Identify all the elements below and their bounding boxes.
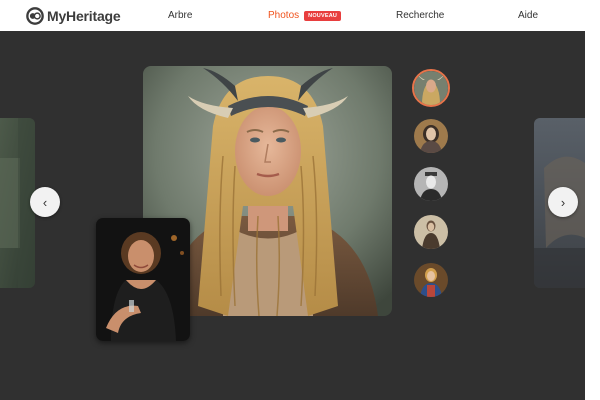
photo-carousel-stage: ‹ ›: [0, 31, 585, 400]
thumbnail-renaissance[interactable]: [412, 261, 450, 299]
nav-item-photos-label: Photos: [268, 10, 300, 21]
chevron-right-icon: ›: [560, 194, 566, 210]
thumbnail-viking[interactable]: [412, 69, 450, 107]
next-arrow-button[interactable]: ›: [548, 187, 578, 217]
thumbnail-victorian-image: [414, 119, 448, 153]
original-photo-inset[interactable]: [96, 218, 190, 341]
new-badge: NOUVEAU: [304, 10, 342, 21]
chevron-left-icon: ‹: [42, 194, 48, 210]
nav-item-aide-label: Aide: [518, 10, 539, 21]
myheritage-logo-icon: [26, 7, 44, 25]
logo-text: MyHeritage: [47, 8, 121, 24]
nav-item-aide[interactable]: Aide: [518, 0, 538, 31]
thumbnail-gown-image: [414, 215, 448, 249]
thumbnail-viking-image: [414, 71, 448, 105]
thumbnail-strip: [412, 69, 450, 309]
thumbnail-renaissance-image: [414, 263, 448, 297]
original-photo-image: [96, 218, 190, 341]
thumbnail-victorian[interactable]: [412, 117, 450, 155]
myheritage-logo[interactable]: MyHeritage: [26, 7, 121, 25]
top-nav-bar: MyHeritage Arbre Photos NOUVEAU Recherch…: [0, 0, 600, 31]
thumbnail-crowned-image: [414, 167, 448, 201]
previous-arrow-button[interactable]: ‹: [30, 187, 60, 217]
nav-item-recherche-label: Recherche: [396, 10, 445, 21]
page-edge-strip: [585, 31, 600, 400]
nav-item-recherche[interactable]: Recherche: [396, 0, 444, 31]
nav-item-photos[interactable]: Photos NOUVEAU: [268, 0, 342, 31]
thumbnail-gown[interactable]: [412, 213, 450, 251]
nav-item-arbre-label: Arbre: [168, 10, 193, 21]
thumbnail-crowned[interactable]: [412, 165, 450, 203]
nav-item-arbre[interactable]: Arbre: [168, 0, 192, 31]
